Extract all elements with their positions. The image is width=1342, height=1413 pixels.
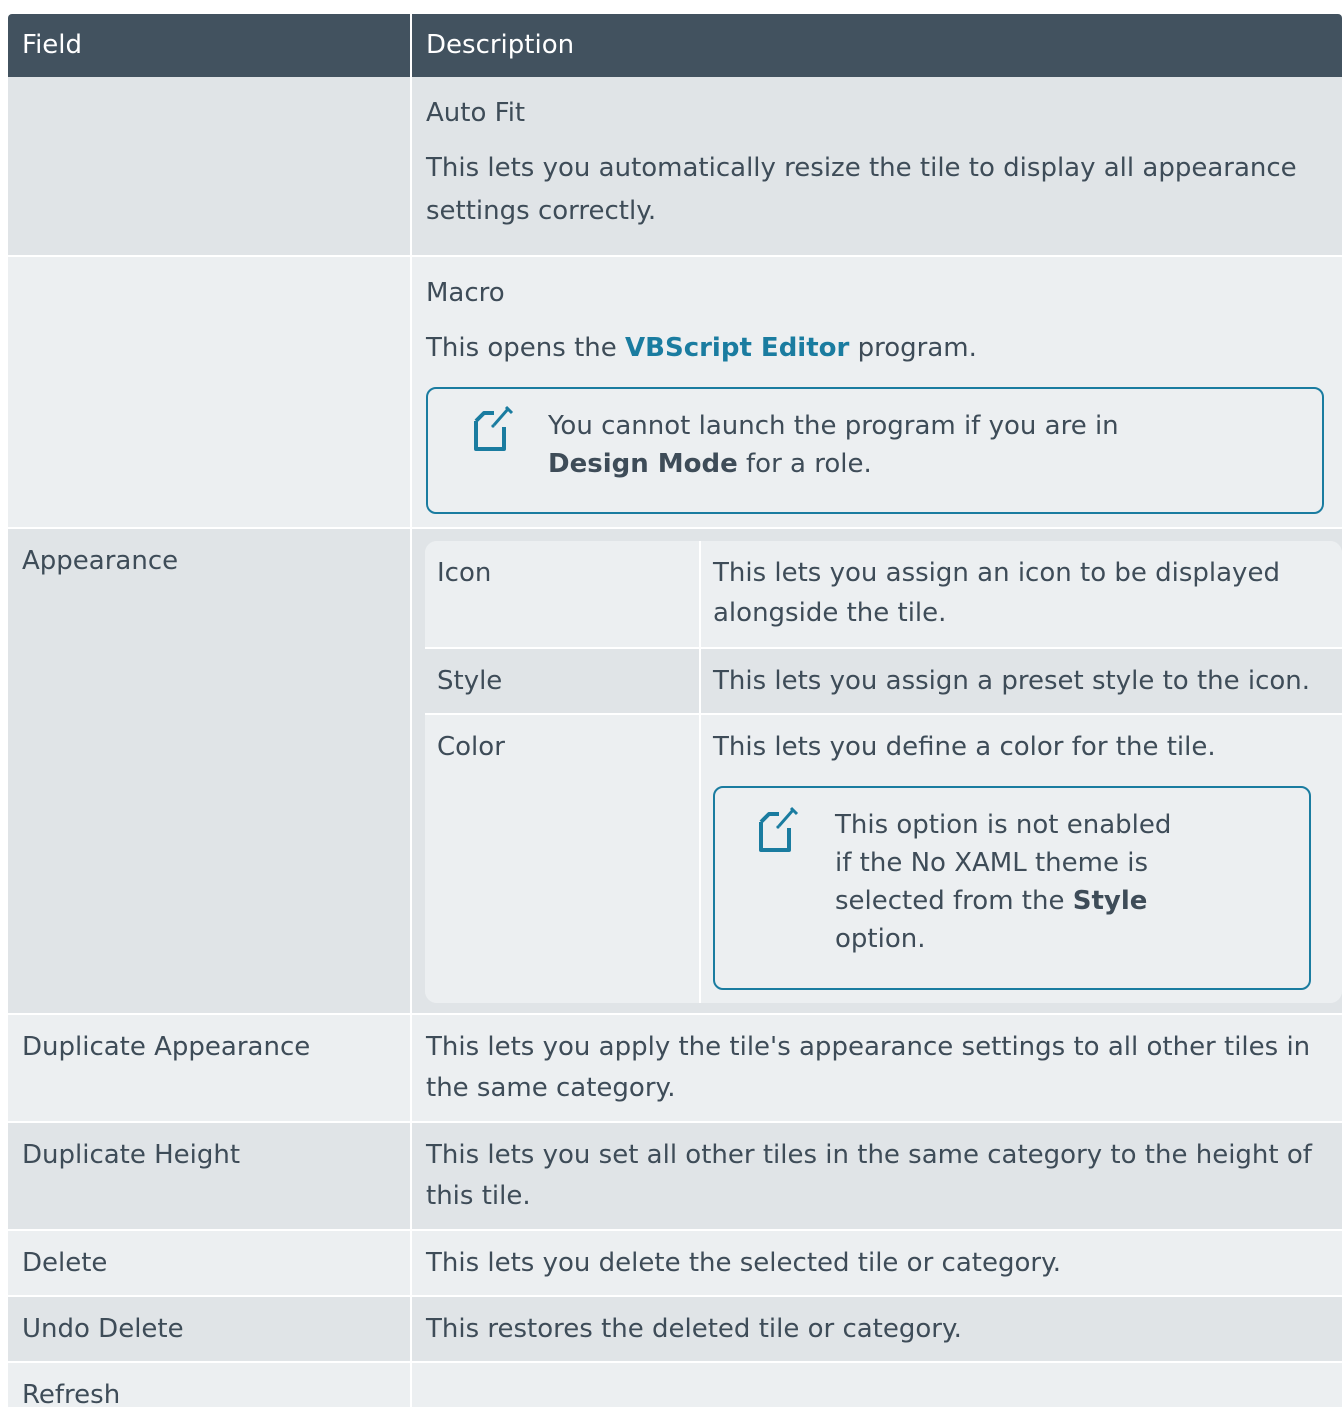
autofit-title: Auto Fit <box>426 98 526 128</box>
field-cell <box>8 257 410 529</box>
table-row-appearance: Appearance Icon This lets you assign an … <box>8 529 1342 1015</box>
delete-desc: This lets you delete the selected tile o… <box>426 1248 1062 1278</box>
autofit-desc-line1: This lets you automatically resize the t… <box>426 153 1297 183</box>
field-duplicate-height: Duplicate Height <box>22 1140 241 1170</box>
macro-desc: This opens the VBScript Editor program. <box>426 333 977 363</box>
header-description: Description <box>426 30 575 60</box>
macro-note-line1: You cannot launch the program if you are… <box>548 411 1119 441</box>
sub-color-desc: This lets you define a color for the til… <box>713 732 1216 762</box>
subtable-row-icon: Icon This lets you assign an icon to be … <box>425 541 1342 647</box>
table-row-undo-delete: Undo Delete This restores the deleted ti… <box>8 1297 1342 1363</box>
table-row-delete: Delete This lets you delete the selected… <box>8 1231 1342 1297</box>
dup-appearance-desc-line2: the same category. <box>426 1073 676 1103</box>
table-row-duplicate-height: Duplicate Height This lets you set all o… <box>8 1123 1342 1231</box>
field-undo-delete: Undo Delete <box>22 1314 184 1344</box>
field-refresh: Refresh <box>22 1380 121 1410</box>
table-row-autofit: Auto Fit This lets you automatically res… <box>8 77 1342 257</box>
sub-icon-label: Icon <box>437 558 492 588</box>
vbscript-editor-link[interactable]: VBScript Editor <box>625 333 849 363</box>
sub-icon-desc-line1: This lets you assign an icon to be displ… <box>713 558 1280 588</box>
field-duplicate-appearance: Duplicate Appearance <box>22 1032 311 1062</box>
macro-title: Macro <box>426 278 505 308</box>
table-row-macro: Macro This opens the VBScript Editor pro… <box>8 257 1342 529</box>
note-edit-icon <box>755 806 799 858</box>
color-note-line3: selected from the Style <box>835 886 1148 916</box>
note-edit-icon <box>470 405 514 457</box>
color-note-line1: This option is not enabled <box>835 810 1172 840</box>
sub-style-desc: This lets you assign a preset style to t… <box>713 666 1311 696</box>
table-row-refresh: Refresh <box>8 1363 1342 1410</box>
field-delete: Delete <box>22 1248 108 1278</box>
dup-appearance-desc-line1: This lets you apply the tile's appearanc… <box>426 1032 1311 1062</box>
color-note: This option is not enabled if the No XAM… <box>713 786 1311 990</box>
dup-height-desc-line1: This lets you set all other tiles in the… <box>426 1140 1312 1170</box>
table-header: Field Description <box>8 14 1342 77</box>
table-row-duplicate-appearance: Duplicate Appearance This lets you apply… <box>8 1015 1342 1123</box>
sub-style-label: Style <box>437 666 503 696</box>
field-cell <box>8 77 410 257</box>
color-note-line4: option. <box>835 924 926 954</box>
macro-note-line2: Design Mode for a role. <box>548 449 872 479</box>
color-note-line2: if the No XAML theme is <box>835 848 1149 878</box>
header-divider <box>410 14 412 77</box>
header-field: Field <box>22 30 83 60</box>
sub-icon-desc-line2: alongside the tile. <box>713 598 947 628</box>
subtable-row-style: Style This lets you assign a preset styl… <box>425 649 1342 713</box>
undo-delete-desc: This restores the deleted tile or catego… <box>426 1314 962 1344</box>
autofit-desc-line2: settings correctly. <box>426 196 657 226</box>
field-appearance: Appearance <box>22 546 179 576</box>
macro-note: You cannot launch the program if you are… <box>426 387 1324 514</box>
dup-height-desc-line2: this tile. <box>426 1181 531 1211</box>
sub-color-label: Color <box>437 732 505 762</box>
appearance-subtable: Icon This lets you assign an icon to be … <box>425 541 1342 1003</box>
